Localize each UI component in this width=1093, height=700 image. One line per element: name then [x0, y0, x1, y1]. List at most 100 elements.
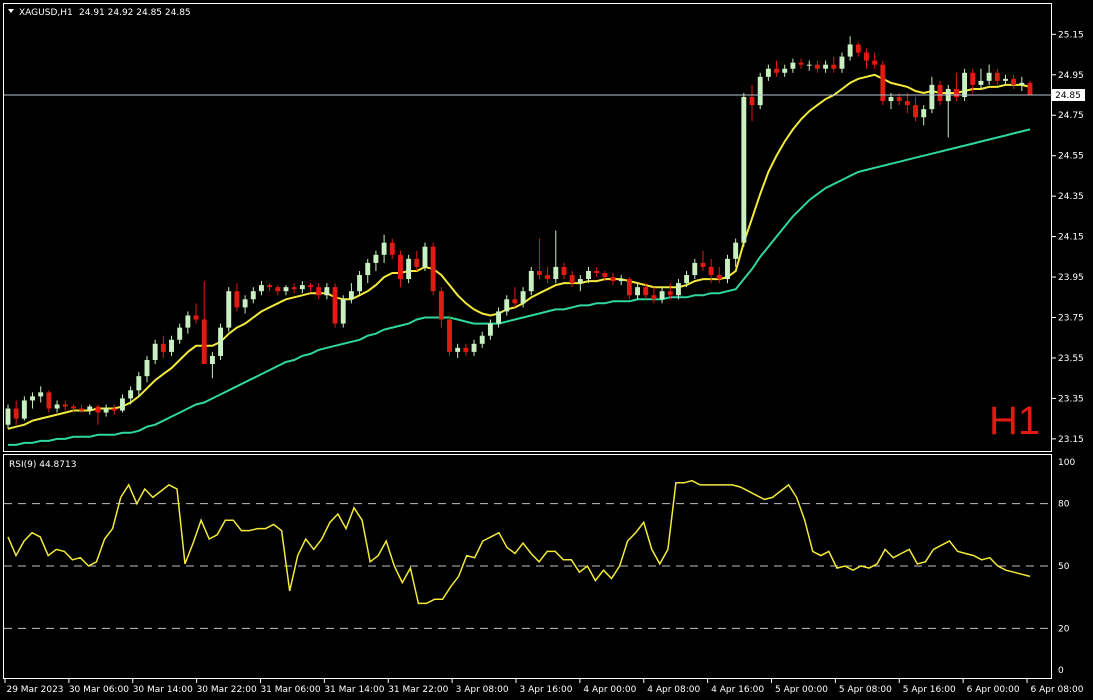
candle-body [790, 62, 796, 69]
candle-body [921, 109, 927, 118]
candle-body [209, 355, 215, 365]
rsi-tick-label: 80 [1058, 500, 1070, 510]
candle-body [21, 400, 27, 419]
candle-body [136, 376, 142, 391]
candle-body [299, 285, 305, 290]
ohlc-label: 24.91 24.92 24.85 24.85 [79, 8, 191, 18]
candle-body [496, 311, 502, 324]
candle-body [1019, 82, 1025, 85]
candle-body [128, 390, 134, 399]
candle-body [651, 295, 657, 300]
price-tick-label: 24.95 [1058, 71, 1084, 81]
candle-body [855, 44, 861, 53]
rsi-tick-label: 0 [1058, 666, 1064, 676]
candle-body [782, 68, 788, 73]
candle [340, 295, 346, 328]
candle-body [120, 398, 125, 411]
candle [422, 242, 428, 271]
candle-body [201, 319, 207, 365]
candle-body [30, 396, 35, 401]
time-tick-label: 3 Apr 16:00 [520, 685, 573, 695]
candle-body [152, 343, 158, 360]
time-tick-label: 5 Apr 16:00 [903, 685, 956, 695]
time-tick-label: 4 Apr 08:00 [647, 685, 700, 695]
candle-body [536, 270, 542, 276]
candle-body [864, 52, 869, 61]
candle-body [373, 254, 379, 263]
candle [1027, 80, 1033, 96]
candle [226, 287, 232, 332]
candle-body [357, 275, 363, 292]
candle-body [814, 64, 820, 69]
candle-body [291, 287, 297, 290]
candle-body [659, 291, 665, 300]
candle-body [904, 101, 910, 106]
candle-body [111, 408, 117, 411]
candle-body [643, 287, 649, 296]
candle-body [1003, 78, 1008, 81]
candle-body [250, 291, 256, 300]
price-tick-label: 24.15 [1058, 233, 1084, 243]
candle-body [226, 291, 232, 328]
candle-body [880, 64, 886, 102]
candle-body [479, 335, 485, 344]
candle-body [684, 275, 690, 284]
price-tick-label: 23.55 [1058, 354, 1084, 364]
candle-body [888, 97, 894, 102]
time-tick-label: 30 Mar 06:00 [69, 685, 129, 695]
candle-body [38, 392, 44, 397]
candle [406, 254, 412, 284]
time-tick-label: 6 Apr 00:00 [967, 685, 1020, 695]
candle-body [87, 406, 93, 411]
trading-chart[interactable]: 25.15 24.95 24.75 24.55 24.35 24.15 23.95 23.75… [0, 0, 1093, 700]
candle-body [79, 408, 85, 411]
candle-body [978, 80, 984, 85]
candle-body [267, 285, 273, 288]
candle-body [218, 327, 224, 356]
candle-body [316, 287, 322, 296]
candle-body [185, 315, 191, 328]
candle-body [806, 64, 812, 66]
candle-body [447, 319, 452, 352]
candle-body [839, 56, 845, 69]
candle-body [242, 299, 248, 308]
candle-body [561, 266, 567, 276]
time-tick-label: 6 Apr 08:00 [1031, 685, 1084, 695]
candle-body [234, 291, 240, 308]
candle-body [700, 262, 706, 267]
candle-body [594, 270, 600, 274]
candle-body [725, 258, 730, 280]
candle-body [831, 64, 837, 69]
candle-body [193, 315, 199, 320]
candle [962, 68, 968, 102]
candle-body [144, 359, 150, 377]
candle-body [62, 404, 68, 407]
candle-body [929, 84, 935, 110]
candle-body [455, 347, 461, 352]
candle-body [741, 97, 747, 243]
price-tick-label: 23.15 [1058, 435, 1084, 445]
candle-body [504, 299, 510, 312]
candle-body [348, 291, 354, 300]
time-tick-label: 31 Mar 14:00 [324, 685, 384, 695]
candle-body [1011, 78, 1017, 85]
time-tick-label: 29 Mar 2023 [6, 685, 63, 695]
candle-body [169, 339, 174, 352]
time-tick-label: 5 Apr 08:00 [839, 685, 892, 695]
candle-body [54, 404, 60, 409]
candle-body [798, 62, 804, 65]
candle-body [95, 406, 101, 413]
candle-body [471, 343, 477, 352]
candle-body [970, 72, 976, 85]
candle-body [430, 246, 436, 292]
time-tick-label: 31 Mar 06:00 [260, 685, 320, 695]
candle-body [308, 285, 313, 288]
rsi-label: RSI(9) 44.8713 [9, 460, 76, 470]
time-tick-label: 4 Apr 00:00 [583, 685, 636, 695]
price-tick-label: 23.35 [1058, 394, 1084, 404]
timeframe-label: H1 [989, 399, 1040, 443]
candle-body [618, 279, 624, 282]
candle-body [46, 392, 52, 409]
candle [880, 60, 886, 106]
candle-body [896, 97, 902, 102]
